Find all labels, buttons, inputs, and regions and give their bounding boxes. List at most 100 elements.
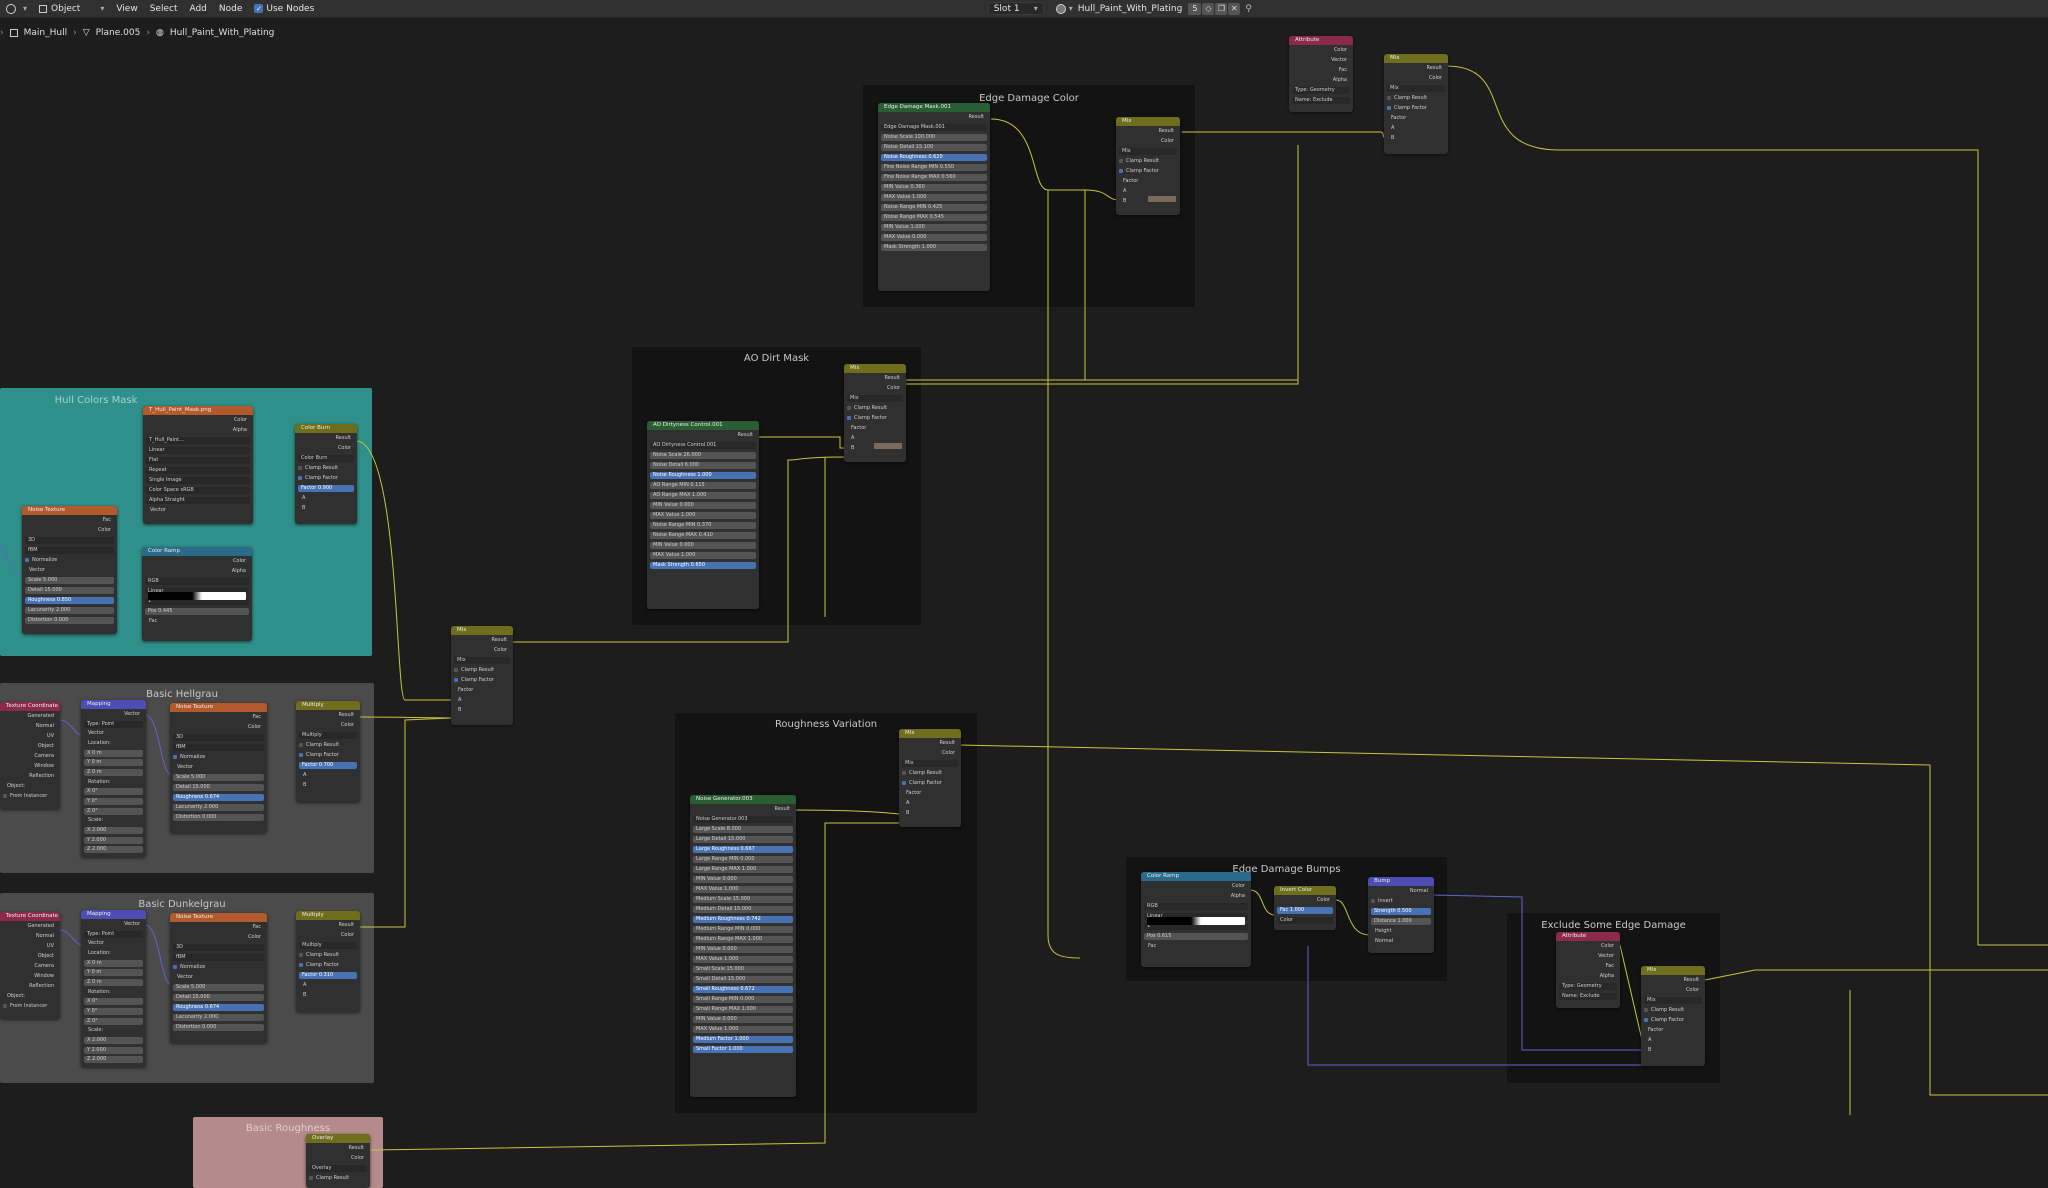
node-row[interactable]: Single Image (146, 477, 250, 484)
node-row[interactable]: Color Space sRGB (146, 487, 250, 494)
node-row[interactable]: Noise Range MAX 0.545 (881, 214, 987, 221)
node-row[interactable]: X 0 m (84, 959, 143, 967)
node-row[interactable]: Clamp Factor (298, 475, 354, 482)
node-row[interactable]: Pos 0.445 (145, 608, 249, 615)
node-multiply-hell[interactable]: Multiply Result Color Multiply Clamp Result C… (296, 701, 360, 802)
fake-user-shield-icon[interactable]: ◇ (1202, 2, 1215, 15)
node-header[interactable]: Attribute (1289, 36, 1353, 45)
node-row[interactable]: Large Range MIN 0.000 (693, 856, 793, 863)
node-row[interactable]: Fine Noise Range MAX 0.560 (881, 174, 987, 181)
node-row[interactable]: Mix (902, 760, 958, 767)
node-row[interactable]: MAX Value 1.000 (881, 194, 987, 201)
node-row[interactable]: Clamp Factor (299, 752, 357, 759)
node-row[interactable]: Small Roughness 0.672 (693, 986, 793, 993)
node-mix-exclude[interactable]: Mix Result Color Mix Clamp Result Clamp Facto… (1641, 966, 1705, 1066)
node-row[interactable]: Detail 15.000 (25, 587, 114, 594)
node-multiply-dunkel[interactable]: Multiply Result Color Multiply Clamp Result C… (296, 911, 360, 1012)
node-row[interactable]: Noise Scale 26.000 (650, 452, 756, 459)
node-row[interactable]: Clamp Result (299, 952, 357, 959)
node-row[interactable]: MIN Value 0.000 (693, 1016, 793, 1023)
node-header[interactable]: Mix (1641, 966, 1705, 975)
node-row[interactable]: MAX Value 1.000 (693, 956, 793, 963)
node-row[interactable]: Small Scale 15.000 (693, 966, 793, 973)
node-row[interactable]: Clamp Result (454, 667, 510, 674)
node-row[interactable]: Roughness 0.850 (25, 597, 114, 604)
node-row[interactable]: Z 0° (84, 807, 143, 815)
node-row[interactable]: Clamp Factor (299, 962, 357, 969)
node-row[interactable]: Strength 0.500 (1371, 908, 1431, 915)
node-mapping-2[interactable]: Mapping Vector Type: Point Vector Location: X… (81, 910, 146, 1067)
node-row[interactable]: Large Detail 15.000 (693, 836, 793, 843)
node-row[interactable]: fBM (173, 744, 264, 751)
node-row[interactable]: Clamp Result (1387, 95, 1445, 102)
node-row[interactable]: Clamp Result (298, 465, 354, 472)
node-row[interactable]: Mix (1119, 148, 1177, 155)
node-row[interactable]: 3D (25, 537, 114, 544)
node-row[interactable]: Scale 5.000 (173, 774, 264, 781)
node-noise-dunkel[interactable]: Noise Texture Fac Color 3D fBM Normalize Vecto… (170, 913, 267, 1043)
node-edge-mask[interactable]: Edge Damage Mask.001 Result Edge Damage Ma… (878, 103, 990, 291)
node-row[interactable]: MIN Value 0.000 (650, 502, 756, 509)
node-row[interactable]: Type: Geometry (1292, 87, 1350, 94)
node-header[interactable]: Mix (899, 729, 961, 738)
node-row[interactable]: Noise Detail 6.000 (650, 462, 756, 469)
node-texcoord-1[interactable]: Texture Coordinate Generated Normal UV Objec… (0, 702, 60, 809)
pin-icon[interactable]: ⚲ (1245, 4, 1252, 14)
node-header[interactable]: Bump (1368, 877, 1434, 886)
node-row[interactable]: Factor 0.900 (298, 485, 354, 492)
node-row[interactable]: Small Factor 1.000 (693, 1046, 793, 1053)
node-row[interactable]: RGB (1144, 903, 1248, 910)
node-row[interactable]: Lacunarity 2.000 (173, 804, 264, 811)
node-mix-top[interactable]: Mix Result Color Mix Clamp Result Clamp Facto… (1384, 54, 1448, 154)
node-mapping-1[interactable]: Mapping Vector Type: Point Vector Location: X… (81, 700, 146, 857)
node-mix-center[interactable]: Mix Result Color Mix Clamp Result Clamp Facto… (451, 626, 513, 725)
node-header[interactable]: Overlay (306, 1134, 370, 1143)
menu-node[interactable]: Node (213, 4, 249, 14)
duplicate-material-icon[interactable]: ❐ (1215, 2, 1228, 15)
node-row[interactable]: Small Range MAX 1.000 (693, 1006, 793, 1013)
node-row[interactable]: Large Range MAX 1.000 (693, 866, 793, 873)
node-row[interactable]: MAX Value 0.000 (881, 234, 987, 241)
node-row[interactable]: Large Scale 8.000 (693, 826, 793, 833)
node-row[interactable]: Noise Range MIN 0.425 (881, 204, 987, 211)
node-row[interactable]: MIN Value 0.360 (881, 184, 987, 191)
node-row[interactable]: Edge Damage Mask.001 (881, 124, 987, 131)
node-row[interactable]: Normalize (173, 964, 264, 971)
node-header[interactable]: Mix (1384, 54, 1448, 63)
node-header[interactable]: Noise Texture (22, 506, 117, 515)
node-row[interactable]: 3D (173, 944, 264, 951)
unlink-close-icon[interactable]: ✕ (1228, 2, 1241, 15)
node-row[interactable]: Normalize (25, 557, 114, 564)
node-row[interactable]: MAX Value 1.000 (650, 512, 756, 519)
node-row[interactable]: Color Burn (298, 455, 354, 462)
color-ramp-gradient[interactable] (148, 592, 246, 600)
material-selector[interactable]: ▾ Hull_Paint_With_Plating 5 ◇ ❐ ✕ ⚲ (1050, 2, 1258, 15)
node-editor[interactable]: ▾ Object ▾ View Select Add Node ✓ Use Node… (0, 0, 2048, 1188)
node-row[interactable]: Name: Exclude (1292, 97, 1350, 104)
node-row[interactable]: Noise Detail 15.100 (881, 144, 987, 151)
node-header[interactable]: Texture Coordinate (0, 912, 60, 921)
node-attribute-top[interactable]: Attribute Color Vector Fac Alpha Type: Geomet… (1289, 36, 1353, 112)
node-row[interactable]: Type: Geometry (1559, 983, 1617, 990)
node-row[interactable]: X 2.000 (84, 1037, 143, 1044)
menu-add[interactable]: Add (183, 4, 212, 14)
menu-select[interactable]: Select (144, 4, 184, 14)
node-row[interactable]: RGB (145, 578, 249, 585)
node-overlay[interactable]: Overlay Result Color Overlay Clamp Result (306, 1134, 370, 1188)
node-header[interactable]: Mapping (81, 700, 146, 709)
node-row[interactable]: Y 2.000 (84, 836, 143, 844)
node-color-ramp-2[interactable]: Color Ramp Color Alpha RGB Linear 1 Pos 0.615 F… (1141, 872, 1251, 967)
node-row[interactable]: Flat (146, 457, 250, 464)
node-attribute-2[interactable]: Attribute Color Vector Fac Alpha Type: Geomet… (1556, 932, 1620, 1008)
node-row[interactable]: fBM (173, 954, 264, 961)
node-row[interactable]: Clamp Factor (847, 415, 903, 422)
node-row[interactable]: Z 0 m (84, 979, 143, 986)
color-swatch[interactable] (1148, 196, 1176, 202)
link-rough-mix-out[interactable] (958, 744, 2048, 1096)
node-row[interactable]: Multiply (299, 942, 357, 949)
node-row[interactable]: Y 0 m (84, 969, 143, 977)
node-row[interactable]: Medium Range MIN 0.000 (693, 926, 793, 933)
node-row[interactable]: Mix (847, 395, 903, 402)
node-row[interactable]: MIN Value 0.000 (693, 946, 793, 953)
color-ramp-gradient[interactable] (1147, 917, 1245, 925)
